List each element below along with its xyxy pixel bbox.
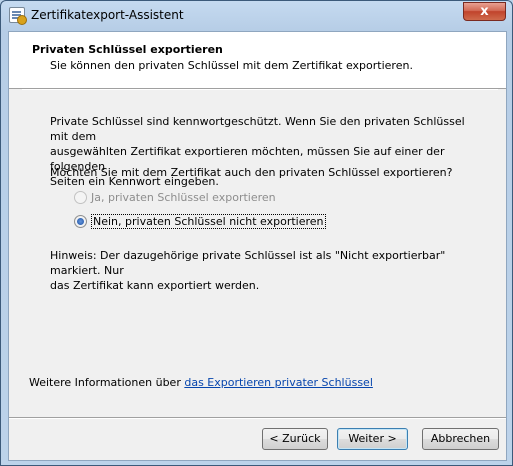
info-line-1: Private Schlüssel sind kennwortgeschützt… <box>50 115 465 143</box>
option-no-row[interactable]: Nein, privaten Schlüssel nicht exportier… <box>74 213 326 229</box>
window-title: Zertifikatexport-Assistent <box>31 8 184 22</box>
footer-divider <box>9 417 506 419</box>
option-yes-row: Ja, privaten Schlüssel exportieren <box>74 189 276 205</box>
page-title: Privaten Schlüssel exportieren <box>32 43 223 56</box>
option-no-label[interactable]: Nein, privaten Schlüssel nicht exportier… <box>91 213 326 229</box>
cancel-button[interactable]: Abbrechen <box>422 428 499 450</box>
hint-line-2: das Zertifikat kann exportiert werden. <box>50 279 260 292</box>
next-button[interactable]: Weiter > <box>337 428 408 450</box>
hint-line-1: Hinweis: Der dazugehörige private Schlüs… <box>50 249 446 277</box>
wizard-header: Privaten Schlüssel exportieren Sie könne… <box>9 32 506 89</box>
page-subtitle: Sie können den privaten Schlüssel mit de… <box>50 59 413 72</box>
back-button[interactable]: < Zurück <box>262 428 328 450</box>
close-button[interactable]: x <box>463 2 506 21</box>
option-yes-radio <box>74 190 87 204</box>
certificate-icon <box>9 7 27 25</box>
more-info-prefix: Weitere Informationen über <box>29 376 181 389</box>
option-no-radio[interactable] <box>74 214 87 228</box>
more-info-link[interactable]: das Exportieren privater Schlüssel <box>184 376 373 389</box>
hint-text: Hinweis: Der dazugehörige private Schlüs… <box>50 248 480 293</box>
header-divider <box>22 88 498 90</box>
option-yes-label: Ja, privaten Schlüssel exportieren <box>91 190 276 204</box>
wizard-window: Zertifikatexport-Assistent x Privaten Sc… <box>0 0 513 466</box>
title-bar[interactable]: Zertifikatexport-Assistent x <box>1 1 512 31</box>
wizard-client-area: Privaten Schlüssel exportieren Sie könne… <box>8 31 507 461</box>
export-question: Möchten Sie mit dem Zertifikat auch den … <box>50 166 453 179</box>
more-info: Weitere Informationen über das Exportier… <box>29 376 373 389</box>
